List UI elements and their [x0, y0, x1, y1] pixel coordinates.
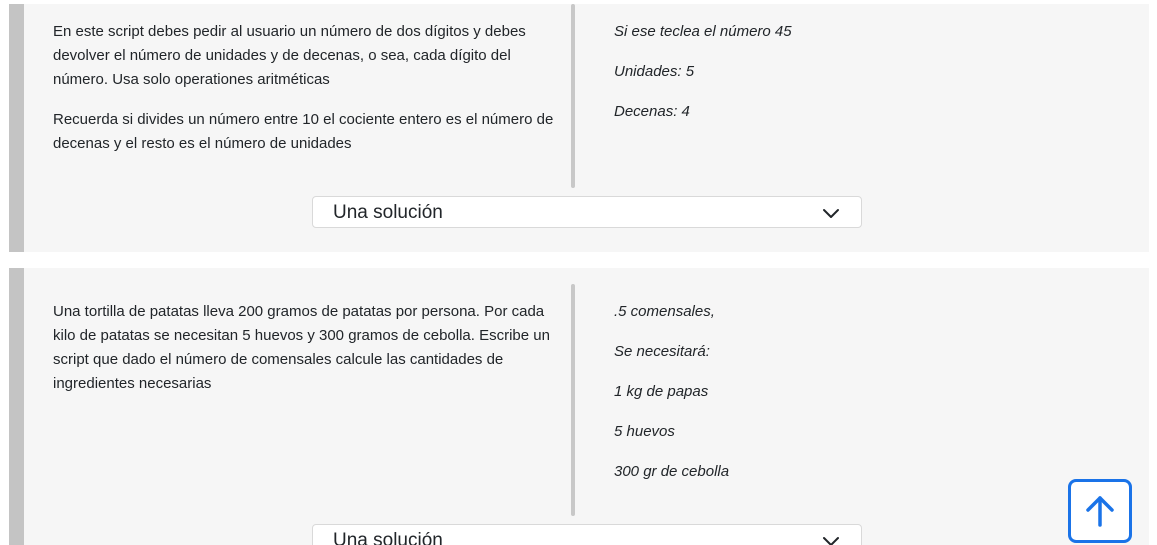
statement-paragraph: Recuerda si divides un número entre 10 e…	[53, 111, 554, 152]
column-divider	[571, 4, 575, 188]
example-line: 300 gr de cebolla	[614, 463, 730, 480]
arrow-up-icon	[1086, 496, 1114, 527]
example-line: 1 kg de papas	[614, 383, 709, 400]
example-line: Si ese teclea el número 45	[614, 23, 792, 40]
exercise-card: Una tortilla de patatas lleva 200 gramos…	[9, 268, 1149, 545]
solution-accordion[interactable]: Una solución	[312, 196, 862, 228]
solution-accordion-label: Una solución	[333, 530, 443, 545]
exercise-example: Si ese teclea el número 45 Unidades: 5 D…	[614, 20, 1114, 140]
example-line: Se necesitará:	[614, 343, 710, 360]
exercise-statement: Una tortilla de patatas lleva 200 gramos…	[53, 300, 563, 412]
chevron-down-icon	[823, 209, 839, 218]
example-line: 5 huevos	[614, 423, 675, 440]
exercise-example: .5 comensales, Se necesitará: 1 kg de pa…	[614, 300, 1114, 500]
page: En este script debes pedir al usuario un…	[0, 0, 1157, 545]
example-line: .5 comensales,	[614, 303, 715, 320]
solution-accordion[interactable]: Una solución	[312, 524, 862, 545]
column-divider	[571, 284, 575, 516]
solution-accordion-label: Una solución	[333, 202, 443, 223]
scroll-to-top-button[interactable]	[1068, 479, 1132, 543]
example-line: Decenas: 4	[614, 103, 690, 120]
statement-paragraph: Una tortilla de patatas lleva 200 gramos…	[53, 303, 550, 392]
chevron-down-icon	[823, 537, 839, 545]
statement-paragraph: En este script debes pedir al usuario un…	[53, 23, 526, 88]
example-line: Unidades: 5	[614, 63, 695, 80]
exercise-card: En este script debes pedir al usuario un…	[9, 4, 1149, 252]
exercise-statement: En este script debes pedir al usuario un…	[53, 20, 563, 172]
